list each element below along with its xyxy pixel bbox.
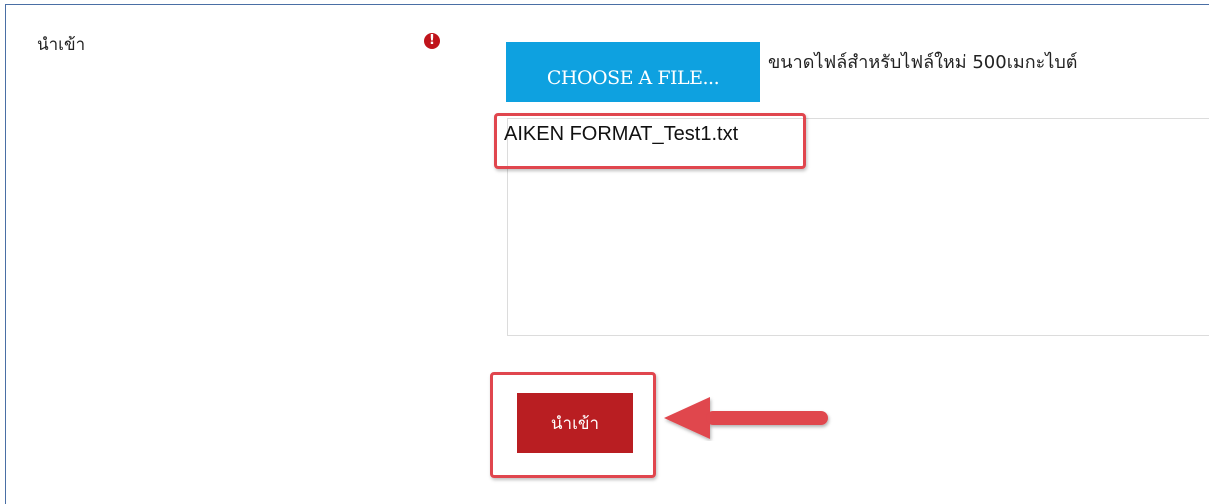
highlight-box-file [494,113,806,169]
exclamation-circle-icon: ! [424,33,440,49]
field-label-import: นำเข้า [37,35,86,55]
highlight-box-import [490,372,656,478]
choose-file-button[interactable]: CHOOSE A FILE... [506,42,760,102]
arrow-left-icon [664,397,828,439]
max-file-size-text: ขนาดไฟล์สำหรับไฟล์ใหม่ 500เมกะไบต์ [768,52,1078,73]
